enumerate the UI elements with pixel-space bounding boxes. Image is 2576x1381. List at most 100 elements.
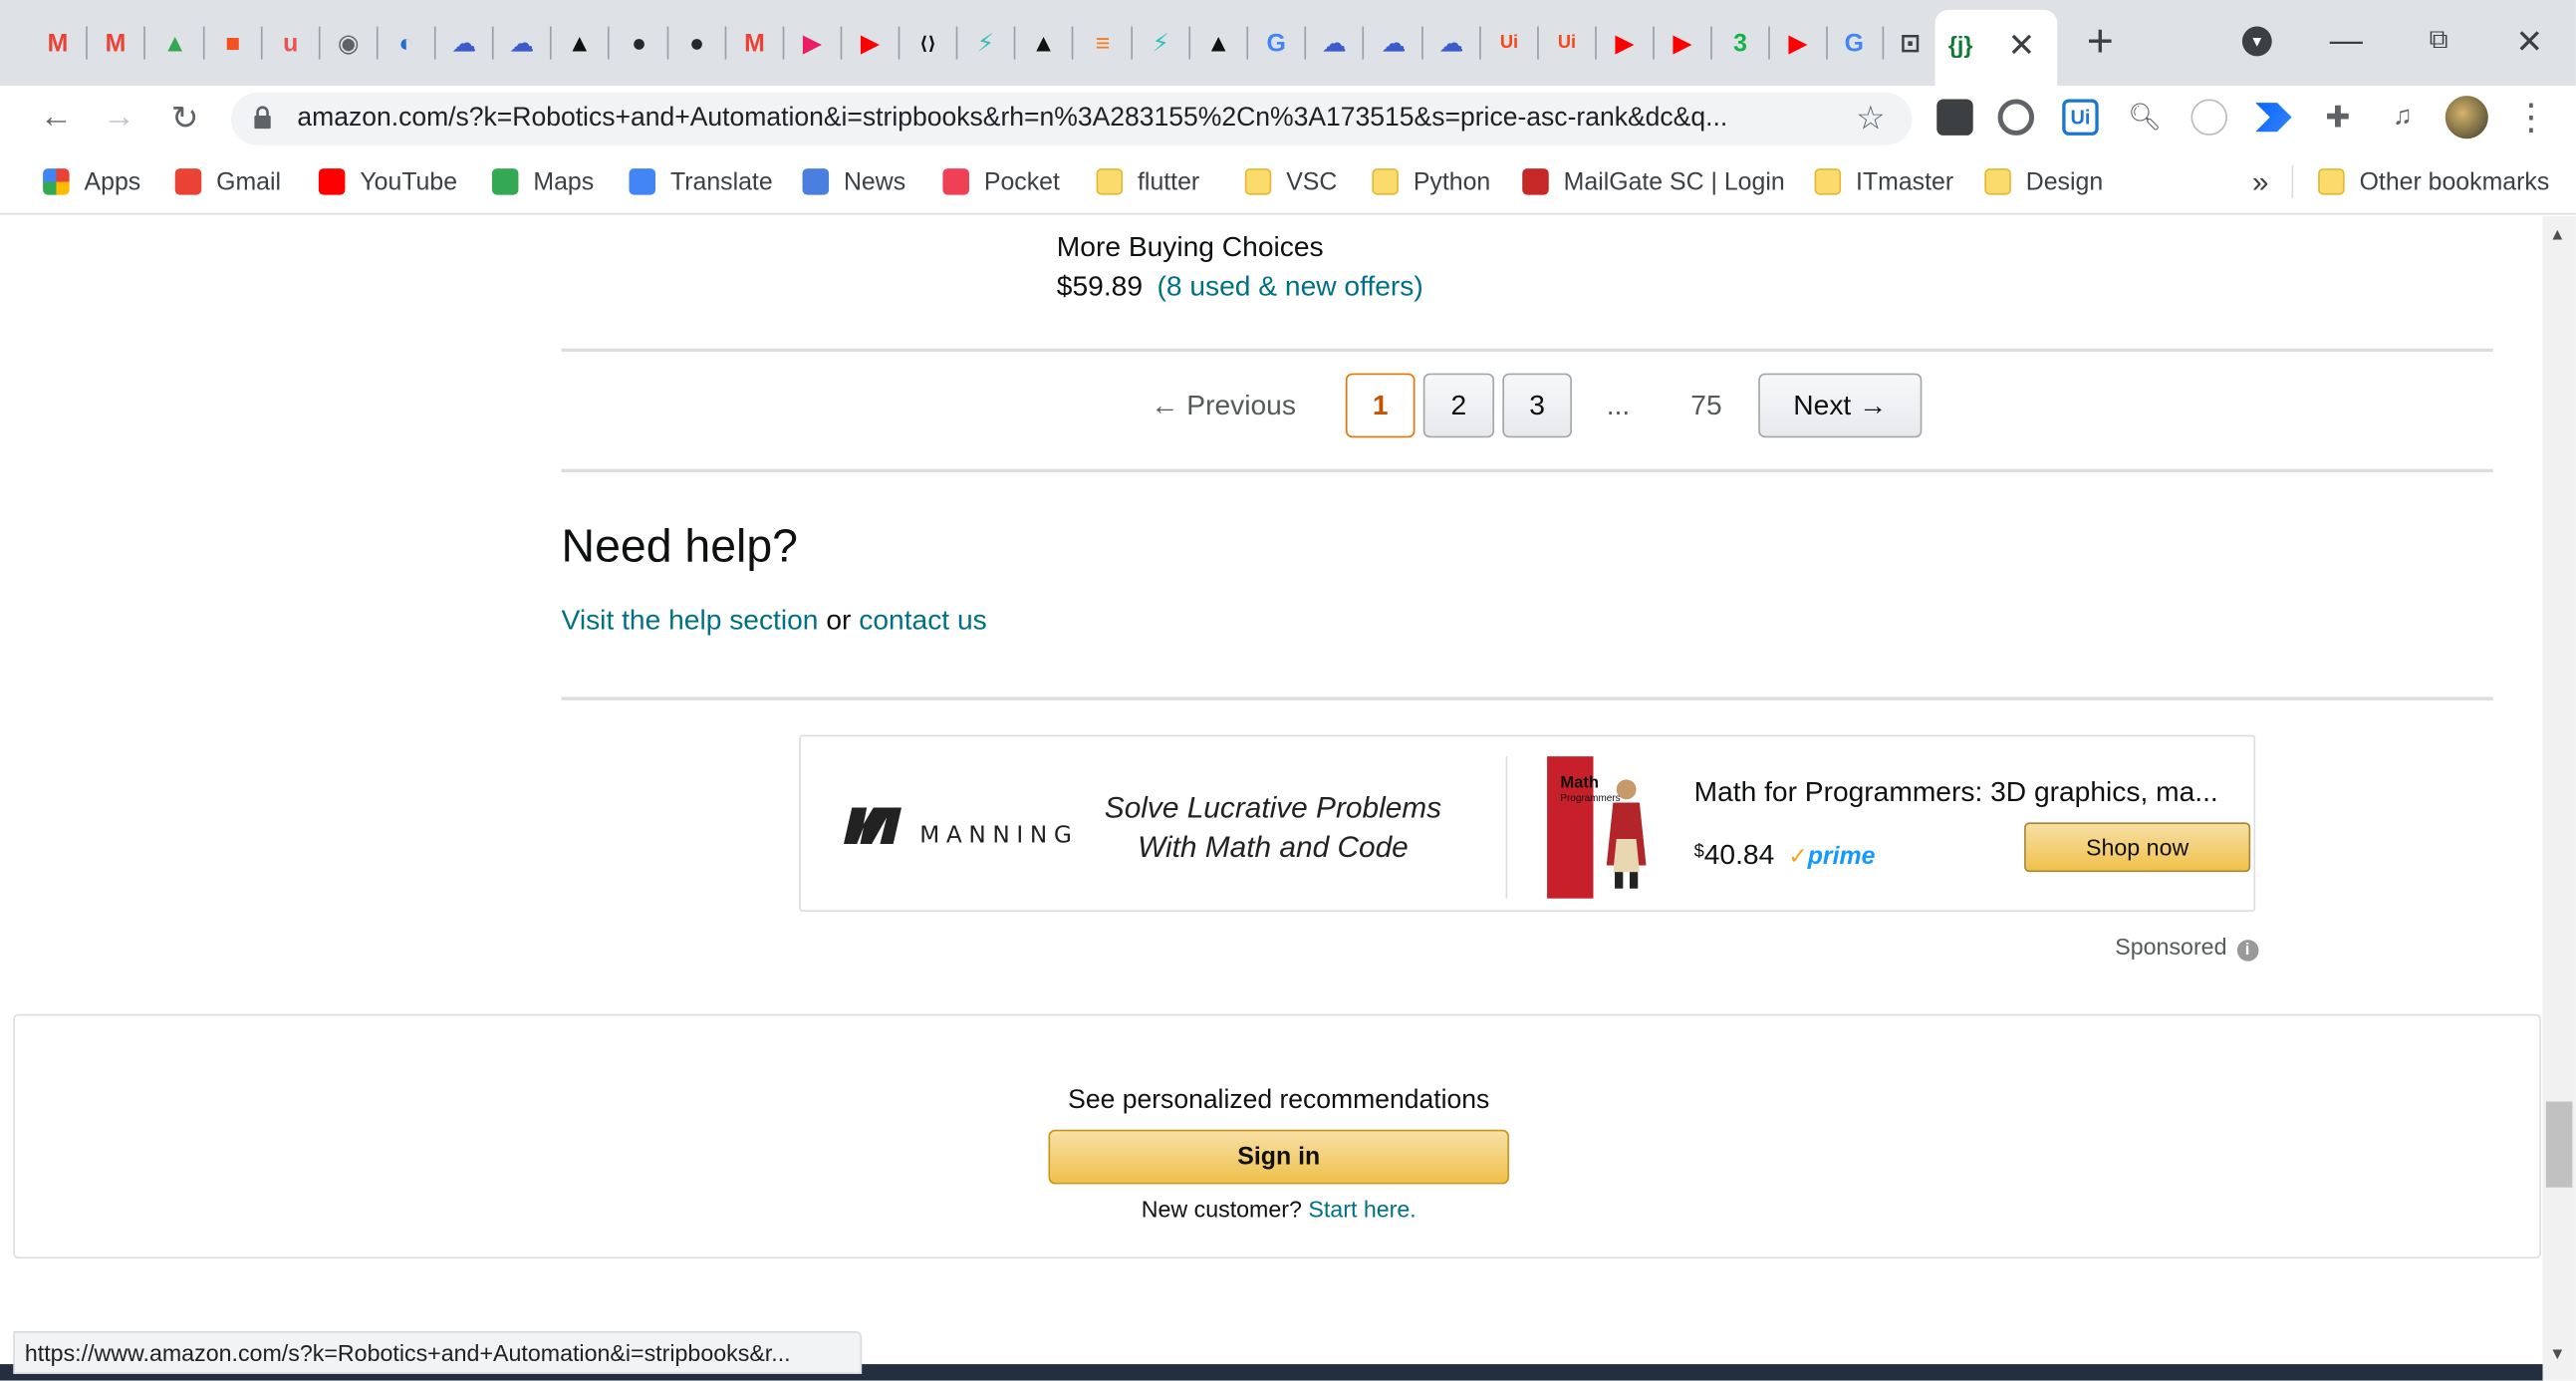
bookmark-vsc[interactable]: VSC [1244, 165, 1338, 198]
tab-separator [607, 26, 610, 60]
sponsored-label[interactable]: Sponsored i [2115, 933, 2258, 962]
globe-icon[interactable]: ◉ [331, 25, 367, 61]
media-icon[interactable]: ▶ [794, 25, 830, 61]
triangle-icon[interactable]: ▲ [1025, 25, 1061, 61]
bolt-icon[interactable]: ⚡ [1143, 25, 1178, 61]
extension-refresh-icon[interactable] [1997, 99, 2035, 136]
github-icon[interactable]: ● [678, 25, 714, 61]
close-tab-icon[interactable]: ✕ [2008, 25, 2036, 66]
bookmark-youtube[interactable]: YouTube [318, 165, 457, 198]
divider [561, 468, 2493, 473]
active-tab[interactable]: {j} ✕ [1934, 9, 2058, 87]
scroll-up-arrow-icon[interactable]: ▲ [2549, 226, 2565, 244]
youtube-icon[interactable]: ▶ [1665, 25, 1700, 61]
more-bookmarks-button[interactable]: » [2252, 164, 2269, 198]
bookmark-maps[interactable]: Maps [491, 165, 594, 198]
bookmark-news[interactable]: News [802, 165, 906, 198]
bolt-icon[interactable]: ⚡ [967, 25, 1003, 61]
extension-power-automate-icon[interactable] [2255, 103, 2292, 133]
microsoft-icon[interactable]: ■ [214, 25, 250, 61]
gmail-icon[interactable]: M [98, 25, 133, 61]
google-icon[interactable]: G [1836, 25, 1872, 61]
badge-icon[interactable]: 3 [1722, 25, 1758, 61]
ad-tagline-line-2: With Math and Code [1138, 830, 1409, 864]
profile-avatar[interactable] [2445, 96, 2488, 139]
bookmark-label: VSC [1286, 167, 1338, 196]
bookmark-translate[interactable]: Translate [629, 165, 773, 198]
page-2-button[interactable]: 2 [1422, 373, 1495, 438]
youtube-icon[interactable]: ▶ [1607, 25, 1643, 61]
extensions-puzzle-icon[interactable]: ✚ [2320, 99, 2356, 135]
code-icon[interactable]: ⟨⟩ [909, 25, 945, 61]
media-control-icon[interactable]: ♫ [2384, 99, 2420, 135]
sign-in-button[interactable]: Sign in [1048, 1129, 1509, 1185]
restore-button[interactable]: ⧉ [2414, 17, 2463, 67]
offers-link[interactable]: (8 used & new offers) [1157, 271, 1422, 302]
minimize-button[interactable]: — [2321, 17, 2371, 67]
extension-react-icon[interactable] [2190, 99, 2227, 136]
book-cover-image[interactable]: Math Programmers [1547, 756, 1656, 899]
bookmark-label: News [843, 167, 906, 196]
bookmark-itmaster[interactable]: ITmaster [1814, 165, 1954, 198]
other-bookmarks-folder[interactable]: Other bookmarks [2318, 165, 2549, 198]
page-3-button[interactable]: 3 [1502, 373, 1572, 438]
youtube-icon[interactable]: ▶ [1780, 25, 1816, 61]
address-bar[interactable]: amazon.com/s?k=Robotics+and+Automation&i… [231, 92, 1913, 145]
forward-button[interactable]: → [96, 94, 141, 139]
page-75-label[interactable]: 75 [1690, 390, 1721, 422]
bookmark-mailgate-sc-login[interactable]: MailGate SC | Login [1522, 165, 1785, 198]
close-window-button[interactable]: ✕ [2504, 17, 2554, 67]
contact-us-link[interactable]: contact us [859, 605, 986, 636]
bookmark-design[interactable]: Design [1984, 165, 2103, 198]
generic-site-icon[interactable]: ◐ [388, 25, 424, 61]
extension-search-icon[interactable]: 🔍︎ [2127, 99, 2163, 135]
page-scrollbar[interactable]: ▲ ▼ [2542, 216, 2576, 1381]
gmail-icon[interactable]: M [40, 25, 76, 61]
cloudflare-icon[interactable]: ☁ [1376, 25, 1412, 61]
bookmark-flutter[interactable]: flutter [1096, 165, 1199, 198]
ad-product-title[interactable]: Math for Programmers: 3D graphics, ma... [1694, 776, 2218, 809]
help-section-link[interactable]: Visit the help section [562, 605, 819, 636]
bookmark-star-icon[interactable]: ☆ [1856, 98, 1886, 138]
start-here-link[interactable]: Start here. [1308, 1196, 1416, 1223]
tab-search-button[interactable]: ▼ [2232, 17, 2282, 67]
stackoverflow-icon[interactable]: ≡ [1085, 25, 1121, 61]
scroll-down-arrow-icon[interactable]: ▼ [2549, 1346, 2565, 1364]
udemy-icon[interactable]: u [272, 25, 308, 61]
bookmark-pocket[interactable]: Pocket [942, 165, 1060, 198]
cloudflare-icon[interactable]: ☁ [446, 25, 482, 61]
uipath-icon[interactable]: Ui [1549, 25, 1585, 61]
sponsored-ad-banner[interactable]: MANNING Solve Lucrative Problems With Ma… [799, 734, 2256, 912]
bookmark-gmail[interactable]: Gmail [174, 165, 281, 198]
next-page-button[interactable]: Next → [1758, 373, 1923, 438]
cloudflare-icon[interactable]: ☁ [504, 25, 540, 61]
page-1-button[interactable]: 1 [1345, 373, 1416, 438]
previous-page-button[interactable]: ← Previous [1151, 390, 1296, 422]
browser-menu-button[interactable]: ⋮ [2508, 94, 2554, 139]
github-icon[interactable]: ● [621, 25, 656, 61]
bookmark-python[interactable]: Python [1372, 165, 1490, 198]
info-icon[interactable]: i [2236, 940, 2258, 962]
triangle-icon[interactable]: ▲ [562, 25, 598, 61]
new-tab-button[interactable]: + [2075, 15, 2125, 66]
cloudflare-icon[interactable]: ☁ [1433, 25, 1469, 61]
reload-button[interactable]: ↻ [161, 94, 207, 139]
need-help-heading: Need help? [561, 520, 798, 572]
tab-separator [1246, 26, 1249, 60]
url-text[interactable]: amazon.com/s?k=Robotics+and+Automation&i… [297, 104, 1849, 134]
gmail-icon[interactable]: M [736, 25, 772, 61]
extension-youtube-icon[interactable] [1936, 99, 1973, 136]
triangle-icon[interactable]: ▲ [1200, 25, 1236, 61]
google-icon[interactable]: G [1258, 25, 1294, 61]
extension-uipath-icon[interactable]: Ui [2062, 99, 2099, 136]
bookmark-label: ITmaster [1856, 167, 1954, 196]
cloudflare-icon[interactable]: ☁ [1316, 25, 1352, 61]
shop-now-button[interactable]: Shop now [2024, 822, 2251, 873]
bookmark-apps[interactable]: Apps [43, 165, 140, 198]
scrollbar-thumb[interactable] [2545, 1101, 2573, 1188]
youtube-icon[interactable]: ▶ [852, 25, 888, 61]
uipath-icon[interactable]: Ui [1491, 25, 1527, 61]
google-drive-icon[interactable]: ▲ [156, 25, 192, 61]
robot-icon[interactable]: ⊡ [1892, 25, 1928, 61]
back-button[interactable]: ← [33, 94, 79, 139]
